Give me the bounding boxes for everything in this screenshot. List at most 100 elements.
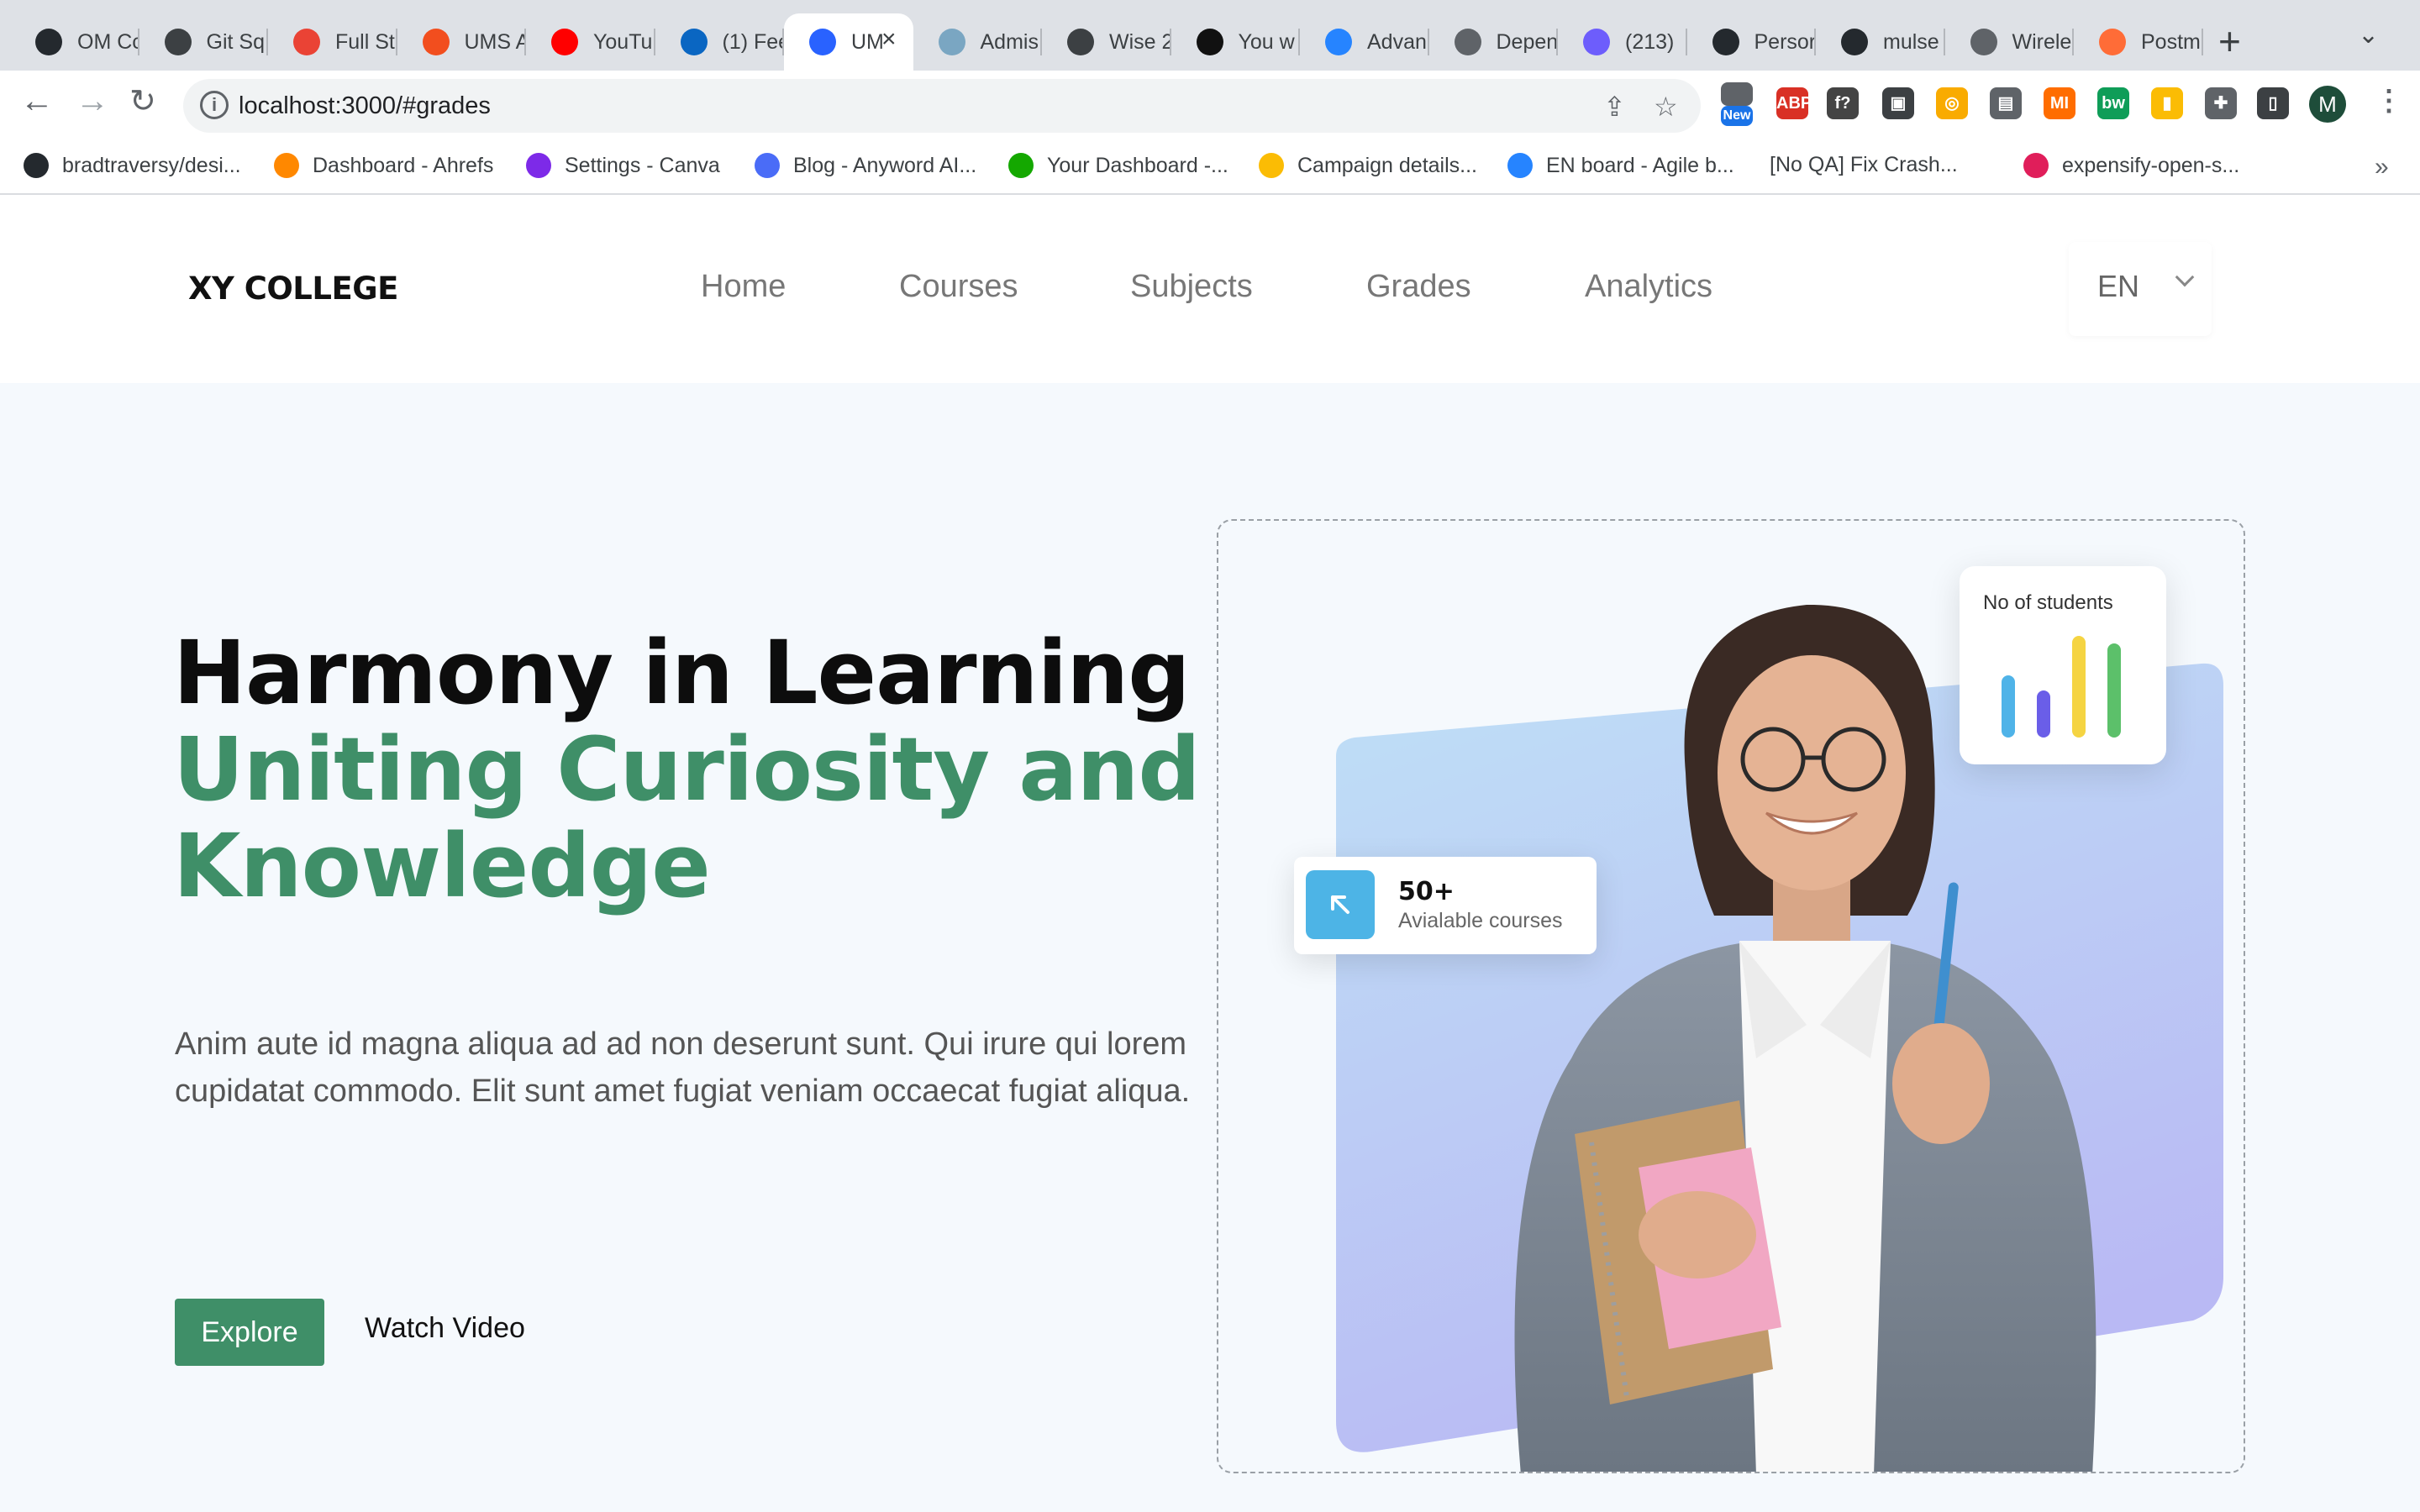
tab[interactable]: OM Cc [10,13,139,71]
hero-subtitle: Uniting Curiosity and [173,718,1201,821]
extension-icon[interactable]: MI [2044,87,2075,119]
person-hand-right [1892,1023,1990,1144]
bookmark-item[interactable]: [No QA] Fix Crash... [1770,153,1958,177]
tab[interactable]: (1) Fee [655,13,784,71]
nav-home[interactable]: Home [701,269,786,305]
nav-subjects[interactable]: Subjects [1130,269,1253,305]
tab-title: Persor [1754,29,1817,54]
back-arrow-icon[interactable]: ← [20,82,54,120]
stats-label: No of students [1983,591,2113,614]
nav-courses[interactable]: Courses [899,269,1018,305]
tab-favicon-icon [422,29,450,55]
extension-icon[interactable]: ▮ [2151,87,2183,119]
extension-icon[interactable]: bw [2097,87,2129,119]
tab[interactable]: YouTul [526,13,655,71]
courses-label: Avialable courses [1398,909,1563,932]
site-info-icon[interactable]: i [200,91,229,119]
bookmark-favicon-icon [526,153,551,178]
new-badge: New [1721,106,1753,126]
tab-title: (213) [1625,29,1675,54]
tab[interactable]: Wise 2 [1042,13,1171,71]
tab[interactable]: Advan [1300,13,1429,71]
tab[interactable]: Admis [913,13,1042,71]
bookmark-label: Your Dashboard -... [1047,153,1228,177]
tab[interactable]: Depen [1429,13,1559,71]
tab-search-chevron-icon[interactable]: ⌄ [2358,20,2379,50]
tab-favicon-icon [1196,29,1223,55]
extension-icon[interactable]: ▯ [2257,87,2289,119]
tab-favicon-icon [293,29,320,55]
bookmark-item[interactable]: Dashboard - Ahrefs [274,153,493,178]
bookmark-label: Dashboard - Ahrefs [313,153,494,177]
site-header: XY COLLEGE Home Courses Subjects Grades … [0,195,2420,383]
tab-favicon-icon [1067,29,1094,55]
bookmark-favicon-icon [274,153,299,178]
tab-favicon-icon [1325,29,1352,55]
extension-icon[interactable]: ▤ [1990,87,2022,119]
tab[interactable]: Full St [268,13,397,71]
tab[interactable]: Git Sq [139,13,268,71]
tab-title: Advan [1367,29,1427,54]
extension-icon[interactable]: ✚ [2205,87,2237,119]
url-text[interactable]: localhost:3000/#grades [239,92,491,120]
tab-active[interactable]: UM × [784,13,913,71]
bookmark-item[interactable]: EN board - Agile b... [1507,153,1734,178]
tab-title: Admis [980,29,1039,54]
tab[interactable]: Postm [2074,13,2203,71]
stats-bar [2037,690,2050,738]
site-logo[interactable]: XY COLLEGE [188,270,398,307]
address-bar[interactable]: i localhost:3000/#grades ⇪ ☆ [183,79,1701,133]
tab[interactable]: Wirele [1945,13,2074,71]
tab[interactable]: Persor [1687,13,1817,71]
bookmark-star-icon[interactable]: ☆ [1654,91,1678,123]
bookmark-item[interactable]: expensify-open-s... [2023,153,2239,178]
tab-title: Depen [1496,29,1559,54]
bookmark-label: bradtraversy/desi... [62,153,241,177]
tab-favicon-icon [35,29,62,55]
tab[interactable]: UMS A [397,13,527,71]
tab[interactable]: You w [1171,13,1300,71]
tab-separator [2201,29,2203,55]
browser-menu-icon[interactable]: ⋮ [2375,84,2403,118]
chevron-down-icon [2175,267,2195,287]
more-bookmarks-icon[interactable]: » [2375,153,2389,181]
tab-title: UMS A [464,29,527,54]
reload-icon[interactable]: ↻ [129,82,156,120]
hero-description: Anim aute id magna aliqua ad ad non dese… [175,1026,1191,1109]
stats-bar [2107,643,2121,738]
nav-analytics[interactable]: Analytics [1585,269,1712,305]
nav-grades[interactable]: Grades [1366,269,1471,305]
explore-button[interactable]: Explore [175,1299,324,1366]
share-icon[interactable]: ⇪ [1603,91,1626,123]
watch-video-button[interactable]: Watch Video [365,1312,525,1345]
bookmark-label: expensify-open-s... [2062,153,2240,177]
profile-avatar[interactable]: M [2309,86,2346,123]
extension-icon[interactable]: ABP [1776,87,1812,119]
extension-icon[interactable]: ▣ [1882,87,1914,119]
bookmark-favicon-icon [1507,153,1533,178]
bookmark-item[interactable]: Settings - Canva [526,153,720,178]
bookmark-item[interactable]: Blog - Anyword AI... [755,153,976,178]
tab[interactable]: mulse [1816,13,1945,71]
bookmark-item[interactable]: Campaign details... [1259,153,1477,178]
new-tab-button[interactable]: + [2218,18,2241,64]
language-select[interactable]: EN [2069,242,2212,336]
tab-favicon-icon [1583,29,1610,55]
students-stats-card: No of students [1960,566,2166,764]
tab[interactable]: (213) [1558,13,1687,71]
close-tab-icon[interactable]: × [881,25,897,54]
tab-title: Postm [2141,29,2201,54]
bookmark-favicon-icon [24,153,49,178]
extension-icon[interactable]: f? [1827,87,1859,119]
tab-favicon-icon [1712,29,1739,55]
person-hand-left [1639,1191,1756,1278]
forward-arrow-icon[interactable]: → [76,82,109,120]
extension-icon[interactable] [1721,82,1753,106]
tab-title: Wirele [2012,29,2072,54]
bookmark-item[interactable]: Your Dashboard -... [1008,153,1228,178]
extension-icon[interactable]: ◎ [1936,87,1968,119]
hero-subtitle: Knowledge [173,815,711,917]
bookmark-favicon-icon [1008,153,1034,178]
courses-icon-tile [1306,870,1375,939]
bookmark-item[interactable]: bradtraversy/desi... [24,153,241,178]
